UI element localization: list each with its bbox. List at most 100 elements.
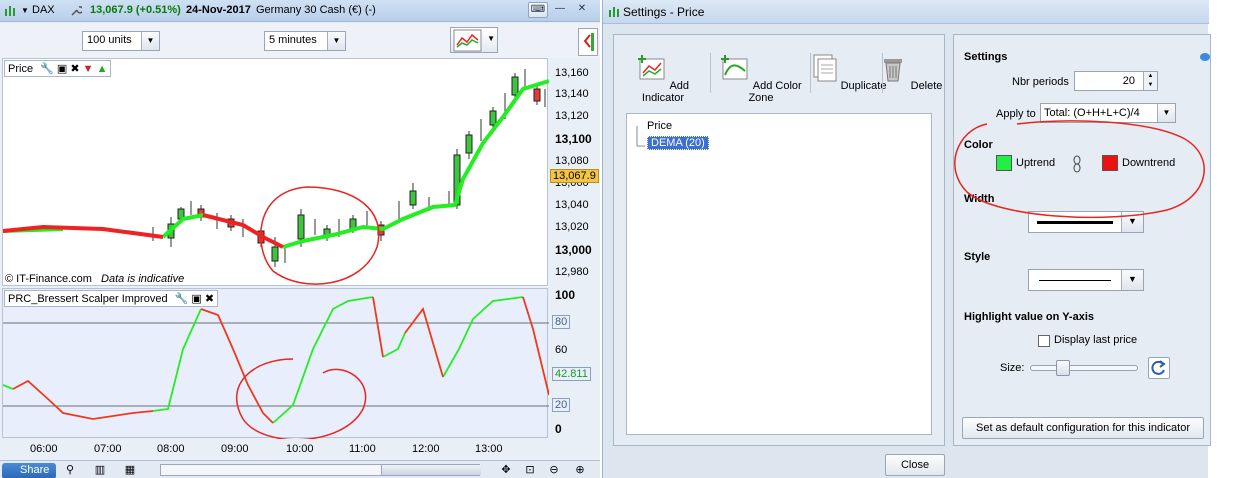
scrollbar-thumb[interactable]	[381, 465, 481, 475]
indicator-tree[interactable]: Price DEMA (20)	[626, 113, 932, 435]
minimize-button[interactable]: —	[550, 2, 570, 18]
delete-label: Delete	[910, 80, 943, 92]
toolbar-separator	[710, 53, 711, 93]
wrench-icon[interactable]: 🔧	[175, 293, 189, 305]
settings-titlebar: Settings - Price	[603, 0, 1209, 24]
settings-title: Settings - Price	[623, 5, 705, 19]
zoom-out-icon[interactable]: ⊖	[546, 463, 562, 477]
time-tick: 10:00	[286, 443, 314, 455]
bar-chart-icon[interactable]: ▥	[92, 463, 108, 477]
chevron-down-icon: ▼	[487, 34, 495, 43]
size-slider-thumb[interactable]	[1056, 360, 1070, 376]
annotation-ellipse	[954, 120, 1205, 219]
indicator-list-panel: Add Indicator Add Color Zone Duplicate D…	[613, 34, 945, 446]
settings-app-icon	[609, 7, 619, 17]
add-indicator-label: Add Indicator	[641, 80, 690, 104]
chart-bottom-bar: Share ⚲ ▥ ▦ ✥ ⊡ ⊖ ⊕	[0, 460, 600, 478]
add-indicator-chart-button[interactable]: ▼	[450, 27, 498, 53]
add-color-zone-button[interactable]: Add Color Zone	[718, 53, 804, 104]
add-indicator-button[interactable]: Add Indicator	[620, 53, 706, 104]
tree-item-price[interactable]: Price	[647, 120, 672, 132]
style-select[interactable]: ▼	[1028, 269, 1144, 291]
wrench-icon[interactable]	[70, 5, 82, 17]
trash-icon	[883, 59, 902, 82]
price-tick: 12,980	[555, 266, 589, 278]
ind-tick: 60	[555, 344, 568, 356]
close-window-icon[interactable]: ✕	[572, 2, 592, 18]
close-icon[interactable]: ✖	[205, 293, 214, 305]
set-default-button[interactable]: Set as default configuration for this in…	[962, 417, 1204, 439]
indicator-axis: 100 60 0 80 42.811 20	[550, 288, 600, 438]
duplicate-icon	[813, 54, 837, 82]
copyright-note: © IT-Finance.com Data is indicative	[5, 273, 184, 285]
add-color-zone-icon	[721, 55, 748, 80]
chart-titlebar: ▼ DAX 13,067.9 (+0.51%) 24-Nov-2017 Germ…	[0, 0, 600, 22]
display-last-price-label: Display last price	[1054, 334, 1138, 346]
price-panel-title: Price	[8, 63, 34, 75]
close-button[interactable]: Close	[885, 454, 945, 476]
timeframe-value: 5 minutes	[269, 34, 317, 46]
chevron-down-icon: ▼	[327, 32, 345, 50]
move-down-icon[interactable]: ▼	[83, 63, 94, 75]
chart-date: 24-Nov-2017	[186, 4, 251, 16]
level-80-label: 80	[552, 315, 571, 329]
chevron-down-icon: ▼	[141, 32, 159, 50]
size-slider-track[interactable]	[1030, 365, 1138, 371]
refresh-icon	[1151, 360, 1166, 375]
collapse-panel-button[interactable]	[578, 28, 598, 56]
nbr-periods-label: Nbr periods	[1012, 76, 1069, 88]
horizontal-scrollbar[interactable]	[160, 464, 481, 476]
instrument-dropdown-icon[interactable]: ▼	[21, 6, 29, 15]
price-tick: 13,080	[555, 155, 589, 167]
display-last-price-checkbox[interactable]	[1038, 335, 1050, 347]
nbr-periods-value: 20	[1122, 75, 1135, 87]
close-icon[interactable]: ✖	[70, 63, 79, 75]
tree-item-dema[interactable]: DEMA (20)	[647, 136, 709, 150]
candle-bodies	[167, 76, 541, 262]
price-plot-area[interactable]: Price 🔧 ▣ ✖ ▼ ▲ © IT-Finance.com Data is…	[2, 58, 549, 286]
indicator-plot-area[interactable]: PRC_Bressert Scalper Improved 🔧 ▣ ✖	[2, 288, 549, 439]
timeframe-select[interactable]: 5 minutes ▼	[264, 31, 346, 51]
time-tick: 09:00	[221, 443, 249, 455]
set-default-label: Set as default configuration for this in…	[975, 422, 1190, 434]
indicator-settings-panel: Settings Nbr periods 20 ▲ ▼ Apply to Tota…	[953, 34, 1211, 446]
copyright-text: © IT-Finance.com	[5, 273, 92, 285]
current-price-marker: 13,067.9	[550, 169, 599, 183]
annotation-circle	[260, 186, 380, 285]
style-header: Style	[964, 251, 991, 263]
indicator-panel-title: PRC_Bressert Scalper Improved	[8, 293, 168, 305]
price-tick: 13,040	[555, 199, 589, 211]
reset-button[interactable]	[1148, 357, 1170, 379]
arrows-icon	[583, 33, 594, 51]
candlesticks	[152, 69, 546, 267]
current-indicator-value: 42.811	[552, 367, 591, 381]
spinner-icon[interactable]: ▲ ▼	[1143, 72, 1157, 90]
price-tick: 13,100	[555, 132, 592, 146]
price-tick: 13,020	[555, 221, 589, 233]
candle-chart-icon[interactable]: ▦	[122, 463, 138, 477]
move-up-icon[interactable]: ▲	[97, 63, 108, 75]
binoculars-icon[interactable]: ⚲	[62, 463, 78, 477]
price-tick: 13,000	[555, 243, 592, 257]
zoom-fit-icon[interactable]: ⊡	[522, 463, 538, 477]
price-change: 13,067.9 (+0.51%)	[90, 4, 181, 16]
settings-header: Settings	[964, 51, 1008, 63]
window-icon[interactable]: ▣	[191, 293, 201, 305]
move-icon[interactable]: ✥	[498, 463, 514, 477]
delete-button[interactable]: Delete	[870, 53, 950, 92]
instrument-name[interactable]: DAX	[32, 4, 55, 16]
time-tick: 08:00	[157, 443, 185, 455]
price-tick: 13,160	[555, 67, 589, 79]
tree-connector	[636, 126, 645, 147]
price-panel-header: Price 🔧 ▣ ✖ ▼ ▲	[4, 60, 112, 77]
price-chart-svg	[3, 69, 549, 285]
units-select[interactable]: 100 units ▼	[82, 31, 160, 51]
zoom-in-icon[interactable]: ⊕	[572, 463, 588, 477]
level-20-label: 20	[552, 398, 571, 412]
nbr-periods-input[interactable]: 20 ▲ ▼	[1074, 71, 1158, 91]
info-icon[interactable]	[1200, 53, 1210, 61]
keyboard-icon[interactable]: ⌨	[528, 2, 548, 18]
window-icon[interactable]: ▣	[57, 63, 67, 75]
share-button[interactable]: Share	[2, 463, 56, 478]
wrench-icon[interactable]: 🔧	[40, 63, 54, 75]
